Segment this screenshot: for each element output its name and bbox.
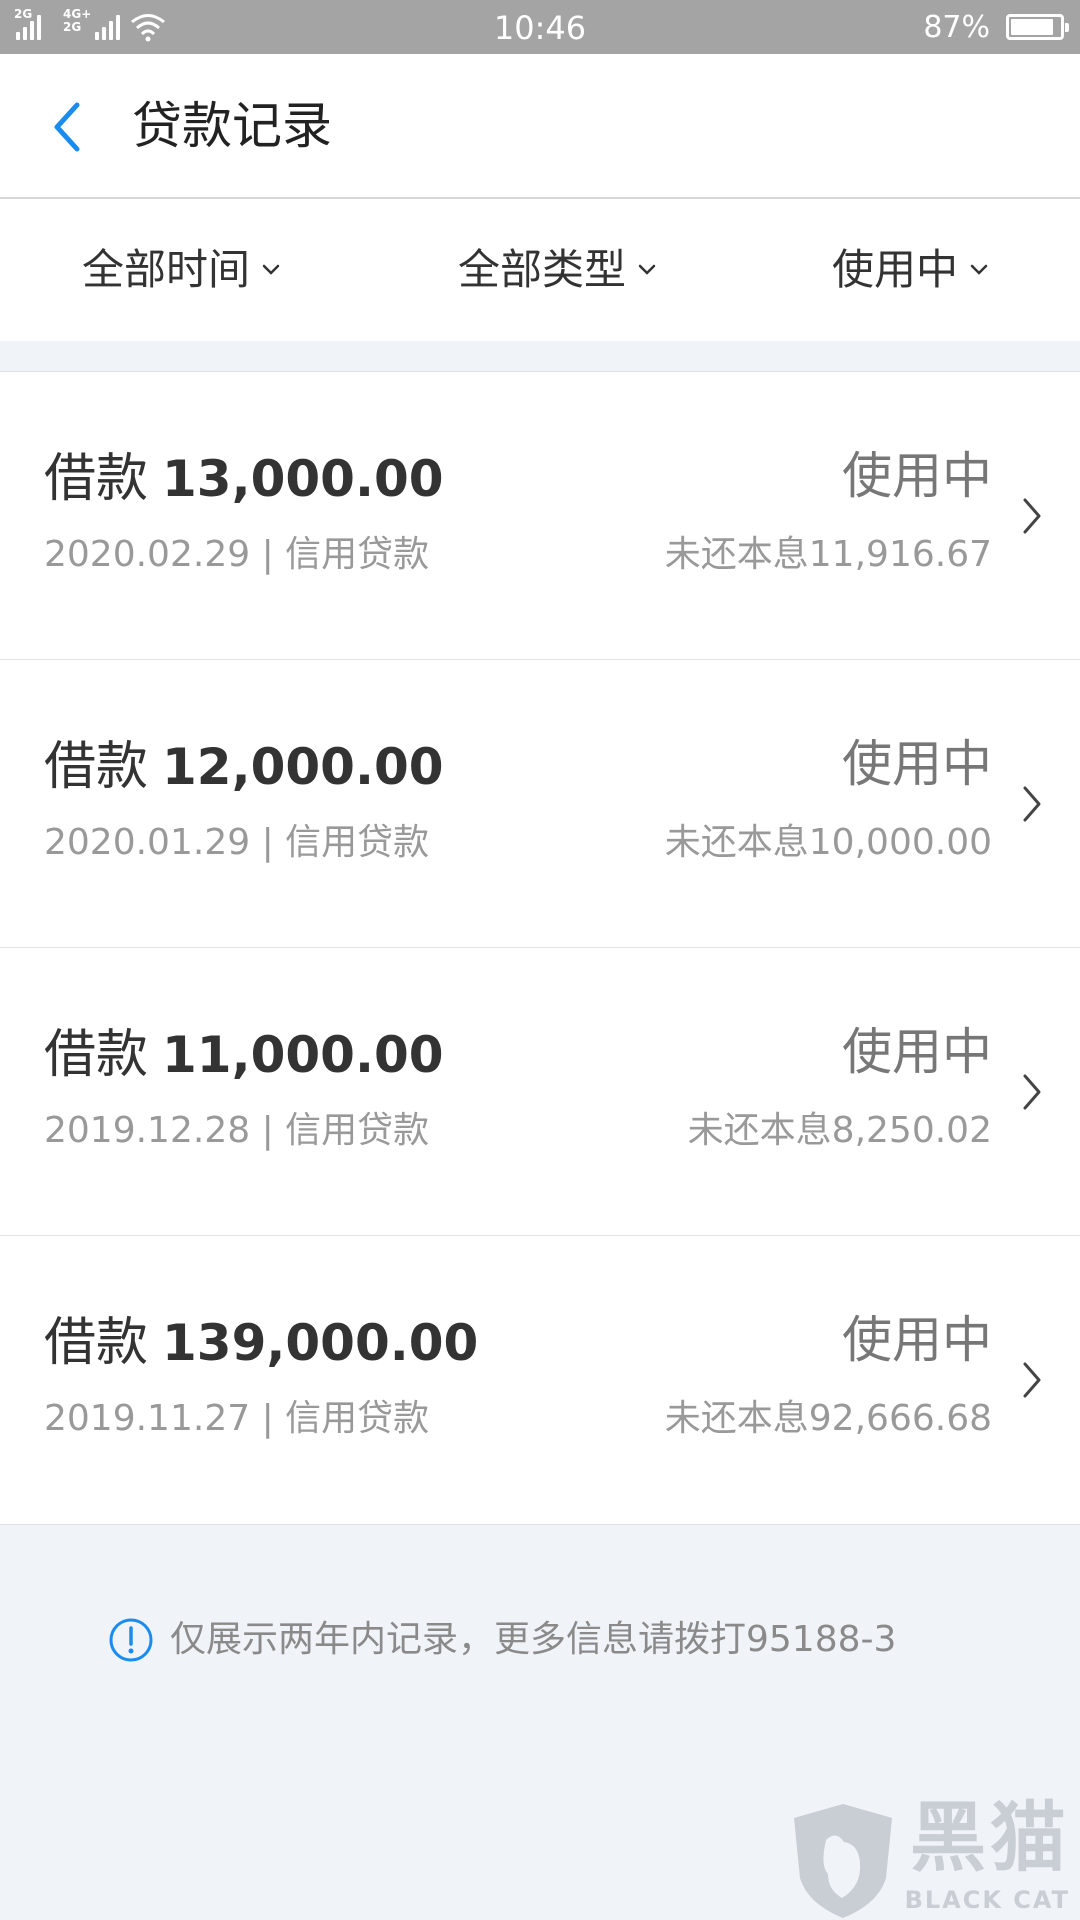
loan-row[interactable]: 借款 12,000.00 2020.01.29 | 信用贷款 使用中 未还本息1… — [0, 660, 1080, 948]
status-bar: 2G 4G+ 2G 10:46 87% — [0, 0, 1080, 54]
loan-row[interactable]: 借款 11,000.00 2019.12.28 | 信用贷款 使用中 未还本息8… — [0, 948, 1080, 1236]
loan-date: 2019.12.28 — [44, 1110, 251, 1151]
info-note: 仅展示两年内记录，更多信息请拨打95188-3 — [108, 1612, 896, 1668]
loan-status: 使用中 — [842, 1023, 992, 1081]
loan-date: 2020.01.29 — [44, 822, 251, 863]
chevron-down-icon — [262, 264, 280, 275]
loan-kind: 信用贷款 — [285, 822, 430, 863]
status-time: 10:46 — [493, 9, 587, 47]
filter-type-label: 全部类型 — [458, 245, 627, 294]
back-button[interactable] — [36, 92, 96, 162]
loan-remaining: 未还本息10,000.00 — [664, 822, 992, 863]
loan-prefix: 借款 — [44, 1313, 149, 1373]
loan-status: 使用中 — [842, 1311, 992, 1369]
loan-list: 借款 13,000.00 2020.02.29 | 信用贷款 使用中 未还本息1… — [0, 371, 1080, 1525]
chevron-down-icon — [638, 264, 656, 275]
loan-row[interactable]: 借款 13,000.00 2020.02.29 | 信用贷款 使用中 未还本息1… — [0, 372, 1080, 660]
loan-row[interactable]: 借款 139,000.00 2019.11.27 | 信用贷款 使用中 未还本息… — [0, 1236, 1080, 1524]
filter-time-label: 全部时间 — [82, 245, 251, 294]
chevron-down-icon — [970, 264, 988, 275]
chevron-left-icon — [54, 102, 80, 152]
loan-status: 使用中 — [842, 447, 992, 505]
loan-prefix: 借款 — [44, 737, 149, 797]
battery-icon — [1006, 14, 1069, 40]
info-note-text: 仅展示两年内记录，更多信息请拨打95188-3 — [170, 1619, 897, 1660]
info-icon — [109, 1618, 153, 1662]
filter-status-label: 使用中 — [832, 245, 959, 294]
loan-prefix: 借款 — [44, 449, 149, 509]
watermark: 黑猫 BLACK CAT — [794, 1790, 1080, 1920]
chevron-right-icon — [1023, 1362, 1041, 1398]
watermark-cn: 黑猫 — [910, 1793, 1070, 1882]
loan-date: 2019.11.27 — [44, 1398, 251, 1439]
page-title: 贷款记录 — [132, 97, 332, 155]
loan-separator: | — [261, 1110, 274, 1151]
cat-shield-logo-icon — [794, 1804, 892, 1918]
filter-type-dropdown[interactable]: 全部类型 — [458, 241, 656, 299]
loan-prefix: 借款 — [44, 1025, 149, 1085]
watermark-en: BLACK CAT — [904, 1886, 1070, 1914]
loan-remaining: 未还本息92,666.68 — [664, 1398, 992, 1439]
loan-remaining: 未还本息11,916.67 — [664, 534, 992, 575]
loan-kind: 信用贷款 — [285, 534, 430, 575]
filter-time-dropdown[interactable]: 全部时间 — [82, 241, 280, 299]
chevron-right-icon — [1023, 1074, 1041, 1110]
filter-bar: 全部时间 全部类型 使用中 — [0, 199, 1080, 341]
chevron-right-icon — [1023, 498, 1041, 534]
loan-status: 使用中 — [842, 735, 992, 793]
loan-separator: | — [261, 534, 274, 575]
app-header: 贷款记录 — [0, 54, 1080, 199]
loan-remaining: 未还本息8,250.02 — [687, 1110, 992, 1151]
loan-separator: | — [261, 1398, 274, 1439]
loan-kind: 信用贷款 — [285, 1110, 430, 1151]
loan-amount: 12,000.00 — [162, 738, 444, 796]
loan-amount: 139,000.00 — [162, 1314, 479, 1372]
filter-status-dropdown[interactable]: 使用中 — [832, 241, 988, 299]
loan-date: 2020.02.29 — [44, 534, 251, 575]
loan-separator: | — [261, 822, 274, 863]
loan-amount: 13,000.00 — [162, 450, 444, 508]
loan-kind: 信用贷款 — [285, 1398, 430, 1439]
battery-fill — [1011, 19, 1053, 35]
chevron-right-icon — [1023, 786, 1041, 822]
loan-amount: 11,000.00 — [162, 1026, 444, 1084]
battery-percent: 87% — [923, 9, 990, 45]
